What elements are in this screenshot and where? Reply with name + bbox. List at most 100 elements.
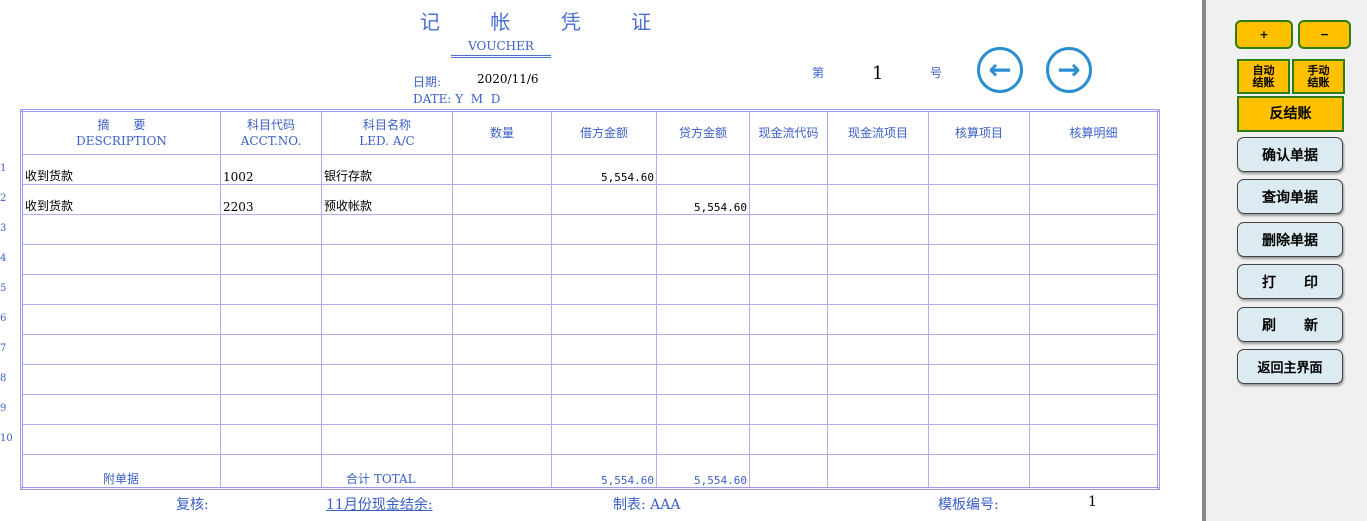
cell-credit[interactable]: [656, 214, 750, 245]
cell-code[interactable]: [220, 304, 322, 335]
cell-debit[interactable]: [551, 274, 657, 305]
cell-cf_item[interactable]: [827, 364, 929, 395]
return-main-button[interactable]: 返回主界面: [1237, 349, 1343, 384]
cell-acct_detail[interactable]: [1029, 214, 1159, 245]
cell-acct_item[interactable]: [928, 424, 1030, 455]
cell-credit[interactable]: [656, 334, 750, 365]
cell-debit[interactable]: [551, 424, 657, 455]
cell-acct_detail[interactable]: [1029, 424, 1159, 455]
cell-credit[interactable]: [656, 364, 750, 395]
cell-name[interactable]: [321, 244, 453, 275]
cell-desc[interactable]: [21, 304, 221, 335]
cell-acct_detail[interactable]: [1029, 154, 1159, 185]
plus-button[interactable]: +: [1235, 20, 1293, 49]
cell-cf_code[interactable]: [749, 334, 828, 365]
cell-acct_item[interactable]: [928, 364, 1030, 395]
cell-cf_item[interactable]: [827, 274, 929, 305]
manual-close-button[interactable]: 手动结账: [1292, 59, 1345, 94]
cell-cf_code[interactable]: [749, 154, 828, 185]
cell-debit[interactable]: 5,554.60: [551, 154, 657, 185]
cell-acct_item[interactable]: [928, 334, 1030, 365]
cell-cf_item[interactable]: [827, 214, 929, 245]
cell-debit[interactable]: [551, 334, 657, 365]
cell-code[interactable]: [220, 424, 322, 455]
cell-acct_item[interactable]: [928, 304, 1030, 335]
cell-cf_item[interactable]: [827, 244, 929, 275]
cell-acct_detail[interactable]: [1029, 394, 1159, 425]
cell-cf_code[interactable]: [749, 394, 828, 425]
cell-qty[interactable]: [452, 184, 552, 215]
cell-desc[interactable]: [21, 364, 221, 395]
cell-code[interactable]: [220, 364, 322, 395]
cell-debit[interactable]: [551, 364, 657, 395]
cell-acct_item[interactable]: [928, 244, 1030, 275]
cell-cf_code[interactable]: [749, 214, 828, 245]
cell-desc[interactable]: [21, 334, 221, 365]
cell-desc[interactable]: [21, 274, 221, 305]
confirm-button[interactable]: 确认单据: [1237, 137, 1343, 172]
cell-qty[interactable]: [452, 334, 552, 365]
cell-credit[interactable]: [656, 394, 750, 425]
cell-code[interactable]: [220, 334, 322, 365]
cell-credit[interactable]: 5,554.60: [656, 184, 750, 215]
cell-cf_item[interactable]: [827, 394, 929, 425]
cell-qty[interactable]: [452, 154, 552, 185]
minus-button[interactable]: −: [1298, 20, 1351, 49]
cell-cf_code[interactable]: [749, 304, 828, 335]
cell-code[interactable]: [220, 214, 322, 245]
cell-cf_item[interactable]: [827, 304, 929, 335]
cell-debit[interactable]: [551, 244, 657, 275]
next-arrow-icon[interactable]: →: [1046, 47, 1092, 93]
delete-button[interactable]: 删除单据: [1237, 222, 1343, 257]
cell-acct_item[interactable]: [928, 184, 1030, 215]
cell-debit[interactable]: [551, 394, 657, 425]
date-value[interactable]: 2020/11/6: [477, 72, 539, 86]
cell-desc[interactable]: 收到货款: [21, 184, 221, 215]
cell-acct_detail[interactable]: [1029, 274, 1159, 305]
cell-code[interactable]: 1002: [220, 154, 322, 185]
cell-desc[interactable]: [21, 394, 221, 425]
previous-arrow-icon[interactable]: ←: [977, 47, 1023, 93]
cell-qty[interactable]: [452, 304, 552, 335]
print-button[interactable]: 打 印: [1237, 264, 1343, 299]
cell-credit[interactable]: [656, 424, 750, 455]
voucher-number[interactable]: 1: [872, 63, 883, 84]
cell-credit[interactable]: [656, 244, 750, 275]
cell-qty[interactable]: [452, 244, 552, 275]
cell-name[interactable]: [321, 394, 453, 425]
cell-cf_code[interactable]: [749, 274, 828, 305]
cell-code[interactable]: [220, 244, 322, 275]
cell-name[interactable]: [321, 214, 453, 245]
cell-acct_item[interactable]: [928, 214, 1030, 245]
cell-qty[interactable]: [452, 424, 552, 455]
cell-cf_item[interactable]: [827, 154, 929, 185]
cell-desc[interactable]: [21, 214, 221, 245]
cell-acct_detail[interactable]: [1029, 334, 1159, 365]
cell-qty[interactable]: [452, 364, 552, 395]
cell-code[interactable]: 2203: [220, 184, 322, 215]
refresh-button[interactable]: 刷 新: [1237, 307, 1343, 342]
cell-desc[interactable]: [21, 424, 221, 455]
cell-name[interactable]: [321, 364, 453, 395]
cell-cf_item[interactable]: [827, 334, 929, 365]
cell-acct_detail[interactable]: [1029, 364, 1159, 395]
cell-acct_item[interactable]: [928, 394, 1030, 425]
cell-cf_item[interactable]: [827, 424, 929, 455]
cell-cf_item[interactable]: [827, 184, 929, 215]
query-button[interactable]: 查询单据: [1237, 179, 1343, 214]
cell-cf_code[interactable]: [749, 244, 828, 275]
cell-qty[interactable]: [452, 394, 552, 425]
cash-balance-link[interactable]: 11月份现金结余:: [326, 494, 433, 514]
cell-code[interactable]: [220, 274, 322, 305]
cell-code[interactable]: [220, 394, 322, 425]
cell-credit[interactable]: [656, 274, 750, 305]
cell-desc[interactable]: [21, 244, 221, 275]
cell-desc[interactable]: 收到货款: [21, 154, 221, 185]
cell-acct_detail[interactable]: [1029, 184, 1159, 215]
cell-qty[interactable]: [452, 214, 552, 245]
cell-cf_code[interactable]: [749, 424, 828, 455]
cell-qty[interactable]: [452, 274, 552, 305]
cell-acct_item[interactable]: [928, 274, 1030, 305]
cell-debit[interactable]: [551, 214, 657, 245]
cell-name[interactable]: 预收帐款: [321, 184, 453, 215]
